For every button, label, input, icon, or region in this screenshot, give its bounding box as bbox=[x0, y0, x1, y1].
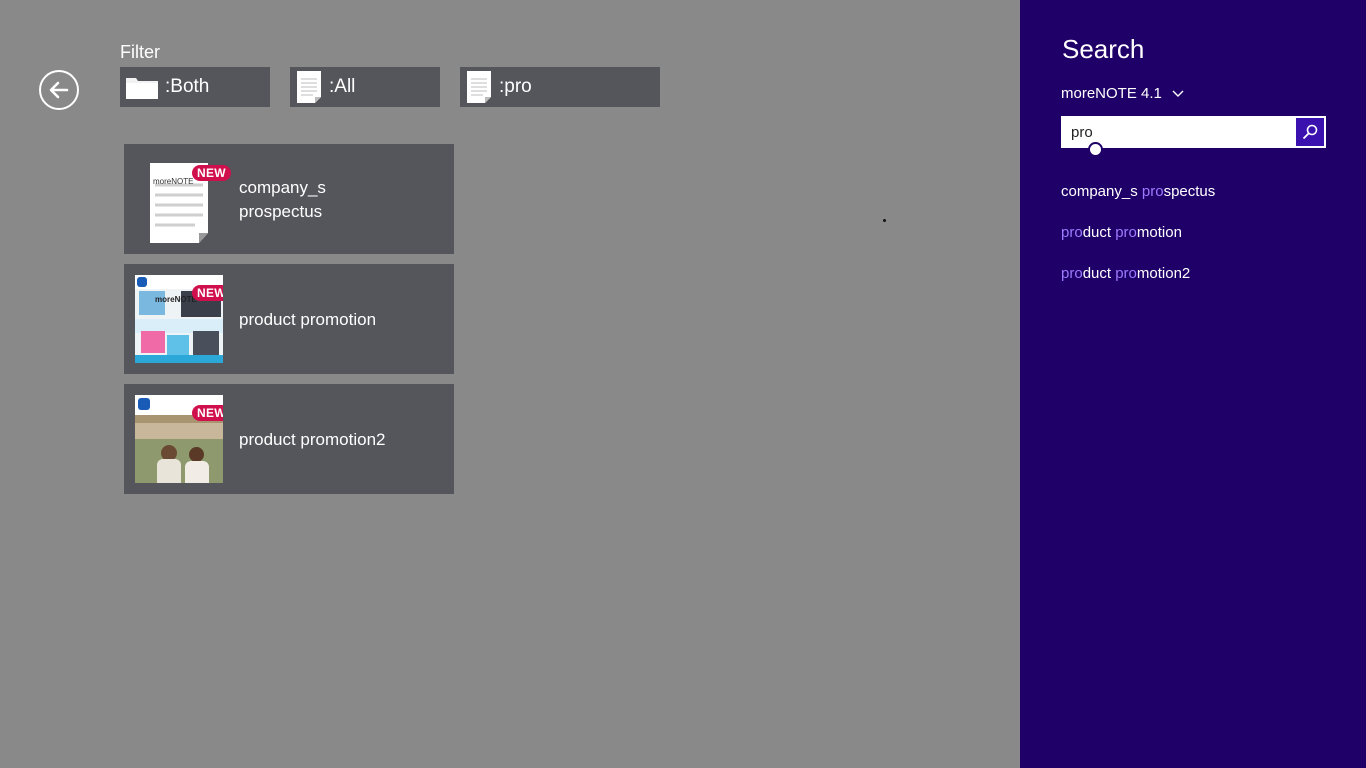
filter-label: Filter bbox=[120, 42, 160, 62]
suggestion-match: pro bbox=[1061, 224, 1083, 241]
filter-category-button[interactable]: :All bbox=[290, 67, 440, 107]
filter-type-label: :Both bbox=[165, 76, 210, 97]
content-tile-product-promotion2[interactable]: NEW product promotion2 bbox=[124, 384, 454, 494]
content-tile-product-promotion[interactable]: moreNOTE NEW product promotion bbox=[124, 264, 454, 374]
chevron-down-icon bbox=[1172, 90, 1184, 98]
main-content: Filter :Both :All :pro moreNOTE NEW comp… bbox=[0, 0, 1020, 768]
arrow-left-icon bbox=[49, 81, 69, 99]
document-thumbnail: moreNOTE NEW bbox=[135, 155, 231, 243]
search-suggestion[interactable]: product promotion bbox=[1061, 224, 1182, 241]
suggestion-match: pro bbox=[1061, 265, 1083, 282]
mouse-pointer-dot bbox=[883, 219, 886, 222]
text-selection-handle[interactable] bbox=[1088, 142, 1103, 157]
suggestion-match: pro bbox=[1115, 224, 1137, 241]
document-icon bbox=[295, 70, 323, 104]
promotion-thumbnail: moreNOTE NEW bbox=[135, 275, 223, 363]
search-icon bbox=[1302, 124, 1318, 140]
suggestion-text: motion bbox=[1136, 224, 1182, 241]
search-charm-pane: Search moreNOTE 4.1 company_s prospectus… bbox=[1020, 0, 1366, 768]
filter-type-button[interactable]: :Both bbox=[120, 67, 270, 107]
suggestion-text: company_s bbox=[1061, 183, 1142, 200]
thumbnail-logo-text: moreNOTE bbox=[155, 295, 197, 304]
suggestion-match: pro bbox=[1141, 183, 1164, 200]
search-scope-label: moreNOTE 4.1 bbox=[1061, 85, 1162, 102]
folder-icon bbox=[125, 74, 159, 100]
tile-title: product promotion2 bbox=[239, 430, 386, 449]
suggestion-text: motion2 bbox=[1136, 265, 1191, 282]
tile-title-line2: prospectus bbox=[239, 202, 323, 221]
filter-keyword-label: :pro bbox=[499, 76, 532, 97]
suggestion-text: duct bbox=[1082, 265, 1116, 282]
search-suggestion[interactable]: company_s prospectus bbox=[1061, 183, 1215, 200]
tile-title: company_s prospectus bbox=[239, 176, 326, 224]
search-submit-button[interactable] bbox=[1296, 118, 1324, 146]
suggestion-text: duct bbox=[1082, 224, 1116, 241]
search-scope-dropdown[interactable]: moreNOTE 4.1 bbox=[1061, 85, 1184, 102]
new-badge: NEW bbox=[192, 165, 231, 181]
tile-title: product promotion bbox=[239, 310, 377, 329]
tile-title-line1: company_s bbox=[239, 178, 326, 197]
content-tile-company-prospectus[interactable]: moreNOTE NEW company_s prospectus bbox=[124, 144, 454, 254]
search-suggestion[interactable]: product promotion2 bbox=[1061, 265, 1190, 282]
thumbnail-logo-text: moreNOTE bbox=[153, 177, 194, 186]
document-icon bbox=[465, 70, 493, 104]
search-pane-title: Search bbox=[1062, 34, 1145, 64]
suggestion-match: pro bbox=[1115, 265, 1137, 282]
new-badge: NEW bbox=[192, 405, 223, 421]
back-button[interactable] bbox=[39, 70, 79, 110]
promotion2-thumbnail: NEW bbox=[135, 395, 223, 483]
filter-category-label: :All bbox=[329, 76, 356, 97]
new-badge: NEW bbox=[192, 285, 223, 301]
suggestion-text: spectus bbox=[1163, 183, 1216, 200]
filter-keyword-button[interactable]: :pro bbox=[460, 67, 660, 107]
